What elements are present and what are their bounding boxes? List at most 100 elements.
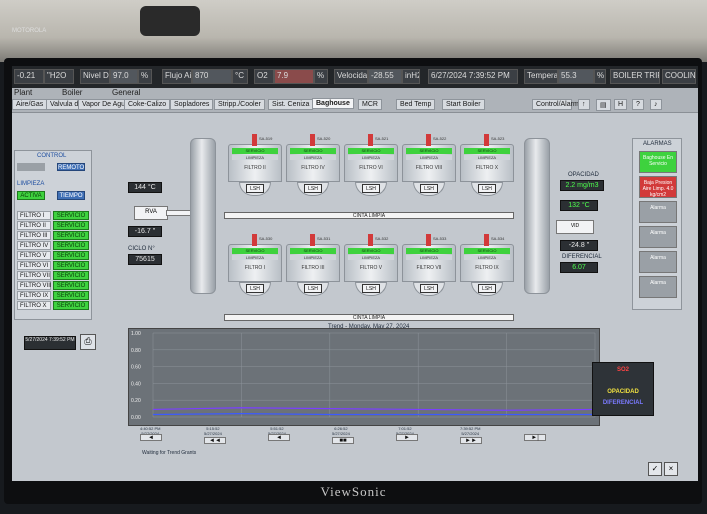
lsh-switch[interactable]: LSH xyxy=(246,284,264,293)
filter-name: FILTRO III xyxy=(301,265,325,271)
y-tick-label: 0.40 xyxy=(131,381,141,387)
tab-sopladores[interactable]: Sopladores xyxy=(170,99,214,110)
help-icon[interactable]: ? xyxy=(632,99,644,110)
lsh-switch[interactable]: LSH xyxy=(304,284,322,293)
activa-button[interactable]: ACTIVA xyxy=(17,191,45,200)
legend-entry xyxy=(595,378,651,389)
y-tick-label: 0.80 xyxy=(131,348,141,354)
status-cell: Velocidad ventilador xyxy=(334,69,368,84)
outlet-plenum xyxy=(524,138,550,294)
check-icon[interactable]: ✓ xyxy=(648,462,662,476)
valve-icon xyxy=(426,234,431,246)
filter-service-status[interactable]: SERVICIO xyxy=(348,148,394,154)
filter-status-cell[interactable]: SERVICIO xyxy=(53,211,89,220)
trend-nav-button[interactable]: ■■ xyxy=(332,437,354,444)
printer-icon[interactable]: ⎙ xyxy=(80,334,96,350)
filter-service-status[interactable]: SERVICIO xyxy=(348,248,394,254)
status-cell: Flujo Aire xyxy=(162,69,192,84)
filter-service-status[interactable]: SERVICIO xyxy=(464,148,510,154)
filter-status-cell[interactable]: SERVICIO xyxy=(53,241,89,250)
alarm-cell: COOLING FAN xyxy=(662,69,696,84)
h-icon[interactable]: H xyxy=(614,99,628,110)
lsh-switch[interactable]: LSH xyxy=(478,184,496,193)
conveyor-bottom: CINTA LIMPIA xyxy=(224,314,514,321)
lsh-switch[interactable]: LSH xyxy=(304,184,322,193)
status-cell: 55.3 xyxy=(558,69,594,84)
tab-boiler[interactable]: Boiler xyxy=(62,88,82,97)
filter-status-cell[interactable]: SERVICIO xyxy=(53,261,89,270)
tab-mcr[interactable]: MCR xyxy=(358,99,382,110)
filter-name: FILTRO VIII xyxy=(415,165,443,171)
filter-service-status[interactable]: SERVICIO xyxy=(232,248,278,254)
trend-nav-button[interactable]: ► xyxy=(396,434,418,441)
alarm-item: Alarma xyxy=(639,251,677,273)
lsh-switch[interactable]: LSH xyxy=(420,284,438,293)
tab-stripp-cooler[interactable]: Stripp./Cooler xyxy=(214,99,265,110)
filter-status-cell[interactable]: SERVICIO xyxy=(53,271,89,280)
control-alarm-selector[interactable]: Control/Alarm xyxy=(532,99,579,110)
tab-baghouse[interactable]: Baghouse xyxy=(312,98,354,109)
bell-icon[interactable]: ♪ xyxy=(650,99,662,110)
trend-nav-button[interactable]: ◄ xyxy=(140,434,162,441)
filter-service-status[interactable]: SERVICIO xyxy=(232,148,278,154)
opacidad-label: OPACIDAD xyxy=(568,172,599,178)
filter-tag: SA-523 xyxy=(491,136,505,141)
tab-coke-calizo[interactable]: Coke-Calizo xyxy=(124,99,171,110)
timestamp-box: 5/27/2024 7:39:52 PM xyxy=(24,336,76,350)
filter-tag: SA-530 xyxy=(259,236,273,241)
lsh-switch[interactable]: LSH xyxy=(246,184,264,193)
tab-start-boiler[interactable]: Start Boiler xyxy=(442,99,485,110)
trend-nav-button[interactable]: ◄◄ xyxy=(204,437,226,444)
status-cell: -28.55 xyxy=(368,69,402,84)
lsh-switch[interactable]: LSH xyxy=(362,284,380,293)
filter-service-status[interactable]: SERVICIO xyxy=(406,248,452,254)
device-label: MOTOROLA xyxy=(12,28,47,34)
filter-service-status[interactable]: SERVICIO xyxy=(290,148,336,154)
trend-nav-button[interactable]: ►| xyxy=(524,434,546,441)
tab-aire-gas[interactable]: Aire/Gas xyxy=(12,99,48,110)
print-icon[interactable]: ▤ xyxy=(596,99,611,111)
filter-tag: SA-531 xyxy=(317,236,331,241)
up-arrow-icon[interactable]: ↑ xyxy=(578,99,590,110)
lsh-switch[interactable]: LSH xyxy=(420,184,438,193)
filter-status-cell[interactable]: SERVICIO xyxy=(53,221,89,230)
trend-nav-button[interactable]: ►► xyxy=(460,437,482,444)
filter-status-cell[interactable]: SERVICIO xyxy=(53,281,89,290)
tab-general[interactable]: General xyxy=(112,88,140,97)
trend-nav-button[interactable]: ◄ xyxy=(268,434,290,441)
valve-icon xyxy=(310,234,315,246)
datetime-cell: 6/27/2024 7:39:52 PM xyxy=(428,69,518,84)
tab-valvula[interactable]: Valvula d xyxy=(46,99,83,110)
filter-status-cell[interactable]: SERVICIO xyxy=(53,291,89,300)
tiempo-button[interactable]: TIEMPO xyxy=(57,191,85,200)
trend-status: Waiting for Trend Grants xyxy=(142,450,197,456)
filter-service-status[interactable]: SERVICIO xyxy=(464,248,510,254)
filter-service-status[interactable]: SERVICIO xyxy=(290,248,336,254)
filter-unit: SA-519 SERVICIO LIMPIEZA FILTRO II LSH xyxy=(228,134,282,198)
filter-name: FILTRO VII xyxy=(416,265,442,271)
filter-status-cell[interactable]: SERVICIO xyxy=(53,251,89,260)
series-line-diferencial xyxy=(152,413,595,416)
filter-status-cell[interactable]: SERVICIO xyxy=(53,301,89,310)
filter-cleaning-status: LIMPIEZA xyxy=(348,155,394,160)
tab-sist-ceniza[interactable]: Sist. Ceniza xyxy=(268,99,314,110)
alarm-item: Alarma xyxy=(639,226,677,248)
alarm-item: Baja Presion Aire Limp. 4.0 kg/cm2 xyxy=(639,176,677,198)
filter-name-cell: FILTRO I xyxy=(17,211,51,220)
tab-bed-temp[interactable]: Bed Temp xyxy=(396,99,436,110)
remoto-button[interactable]: REMOTO xyxy=(57,163,85,171)
filter-status-cell[interactable]: SERVICIO xyxy=(53,231,89,240)
alarm-item: Alarma xyxy=(639,276,677,298)
filter-name: FILTRO V xyxy=(359,265,383,271)
tab-plant[interactable]: Plant xyxy=(14,88,32,97)
ciclo-label: CICLO N° xyxy=(128,246,155,252)
filter-service-status[interactable]: SERVICIO xyxy=(406,148,452,154)
close-icon[interactable]: × xyxy=(664,462,678,476)
inlet-pressure: -16.7 " xyxy=(128,226,162,237)
status-cell: % xyxy=(138,69,152,84)
filter-unit: SA-521 SERVICIO LIMPIEZA FILTRO VI LSH xyxy=(344,134,398,198)
lsh-switch[interactable]: LSH xyxy=(478,284,496,293)
filter-unit: SA-531 SERVICIO LIMPIEZA FILTRO III LSH xyxy=(286,234,340,298)
x-tick-label: 5:15:52 5/27/2024 xyxy=(204,426,222,436)
lsh-switch[interactable]: LSH xyxy=(362,184,380,193)
